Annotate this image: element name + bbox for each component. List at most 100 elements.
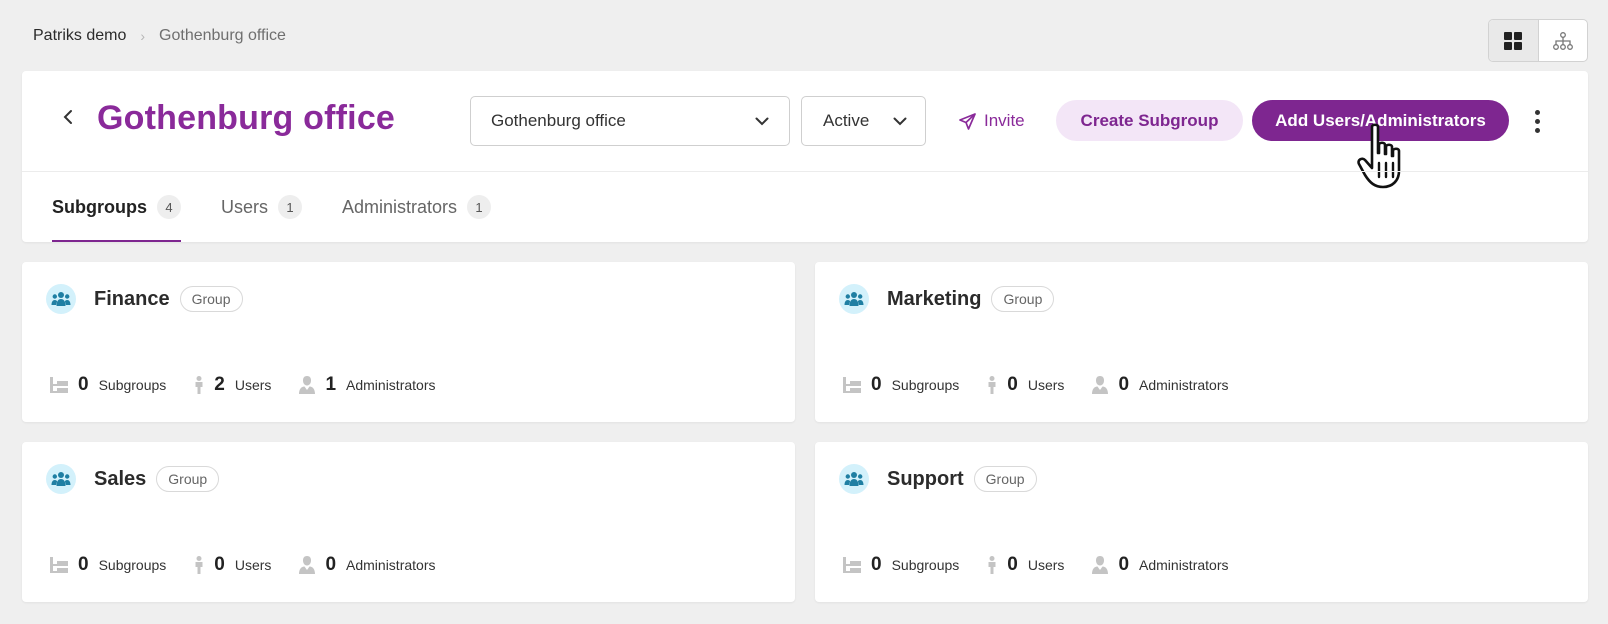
tab-bar: Subgroups 4 Users 1 Administrators 1	[52, 172, 492, 242]
tab-count-badge: 4	[157, 195, 181, 219]
more-options-button[interactable]	[1522, 101, 1552, 141]
breadcrumb-root-link[interactable]: Patriks demo	[33, 27, 126, 45]
stat-subgroups: 0 Subgroups	[843, 374, 959, 396]
subgroups-label: Subgroups	[98, 557, 167, 573]
stat-administrators: 0 Administrators	[1092, 554, 1228, 576]
group-card[interactable]: Finance Group 0 Subgroups 2 Users 1 Admi…	[22, 262, 795, 422]
user-icon	[988, 376, 996, 394]
group-name[interactable]: Finance	[94, 288, 170, 311]
users-label: Users	[1027, 377, 1065, 393]
administrator-icon	[299, 376, 316, 394]
administrators-count: 0	[1118, 374, 1130, 395]
group-header-card: Gothenburg office Gothenburg office Acti…	[22, 71, 1588, 242]
administrators-count: 1	[325, 374, 337, 395]
administrator-icon	[299, 556, 316, 574]
stat-users: 0 Users	[987, 554, 1064, 576]
group-card-header: Sales Group	[46, 464, 220, 494]
group-icon	[844, 292, 864, 306]
subgroups-label: Subgroups	[891, 557, 960, 573]
kebab-dot	[1534, 127, 1540, 133]
administrators-count: 0	[1118, 554, 1130, 575]
group-stats: 0 Subgroups 0 Users 0 Administrators	[843, 374, 1256, 396]
group-type-badge: Group	[156, 466, 220, 492]
group-name[interactable]: Support	[887, 468, 964, 491]
subgroups-icon	[843, 377, 861, 393]
stat-subgroups: 0 Subgroups	[50, 554, 166, 576]
back-button[interactable]	[56, 105, 80, 129]
group-type-badge: Group	[973, 466, 1037, 492]
users-count: 0	[1007, 374, 1018, 395]
subgroups-icon	[50, 557, 68, 573]
user-icon	[988, 556, 996, 574]
group-type-badge: Group	[991, 286, 1055, 312]
administrators-label: Administrators	[346, 377, 436, 393]
stat-users: 0 Users	[194, 554, 271, 576]
create-subgroup-button[interactable]: Create Subgroup	[1056, 100, 1243, 141]
chevron-left-icon	[63, 110, 72, 124]
group-type-badge: Group	[179, 286, 243, 312]
kebab-dot	[1534, 118, 1540, 124]
send-icon	[959, 112, 976, 130]
subgroups-count: 0	[871, 554, 882, 575]
hierarchy-view-icon	[1552, 31, 1573, 50]
group-card[interactable]: Sales Group 0 Subgroups 0 Users 0 Admini…	[22, 442, 795, 602]
users-count: 0	[214, 554, 225, 575]
page-title: Gothenburg office	[97, 99, 396, 137]
invite-button[interactable]: Invite	[959, 101, 1025, 141]
chevron-down-icon	[755, 117, 769, 125]
breadcrumb-current: Gothenburg office	[159, 27, 286, 44]
users-count: 2	[214, 374, 225, 395]
tab-count-badge: 1	[467, 195, 492, 219]
tab-users[interactable]: Users 1	[221, 172, 303, 242]
kebab-dot	[1534, 109, 1540, 115]
group-avatar	[46, 464, 76, 494]
group-avatar	[46, 284, 76, 314]
hierarchy-view-button[interactable]	[1539, 20, 1588, 61]
grid-view-icon	[1504, 31, 1523, 50]
status-select-value: Active	[823, 111, 870, 130]
subgroups-count: 0	[871, 374, 882, 395]
group-select[interactable]: Gothenburg office	[470, 96, 790, 146]
subgroups-icon	[843, 557, 861, 573]
users-label: Users	[234, 377, 272, 393]
stat-users: 2 Users	[194, 374, 271, 396]
subgroups-count: 0	[78, 554, 89, 575]
group-card[interactable]: Marketing Group 0 Subgroups 0 Users 0 Ad…	[815, 262, 1588, 422]
group-select-value: Gothenburg office	[491, 111, 626, 130]
stat-administrators: 0 Administrators	[1092, 374, 1228, 396]
group-icon	[844, 472, 864, 486]
breadcrumb: Patriks demo › Gothenburg office	[33, 27, 286, 45]
administrators-count: 0	[325, 554, 337, 575]
tab-label: Administrators	[342, 196, 458, 217]
add-users-administrators-button[interactable]: Add Users/Administrators	[1252, 100, 1509, 141]
subgroups-label: Subgroups	[891, 377, 960, 393]
tab-administrators[interactable]: Administrators 1	[342, 172, 492, 242]
group-stats: 0 Subgroups 0 Users 0 Administrators	[50, 554, 463, 576]
group-card-header: Finance Group	[46, 284, 243, 314]
tab-label: Subgroups	[52, 196, 147, 217]
subgroups-icon	[50, 377, 68, 393]
users-label: Users	[1027, 557, 1065, 573]
group-avatar	[839, 464, 869, 494]
stat-subgroups: 0 Subgroups	[50, 374, 166, 396]
chevron-down-icon	[893, 117, 907, 125]
users-label: Users	[234, 557, 272, 573]
breadcrumb-separator: ›	[140, 28, 146, 44]
group-card[interactable]: Support Group 0 Subgroups 0 Users 0 Admi…	[815, 442, 1588, 602]
tab-count-badge: 1	[278, 195, 303, 219]
invite-label: Invite	[984, 111, 1025, 130]
group-stats: 0 Subgroups 2 Users 1 Administrators	[50, 374, 463, 396]
administrator-icon	[1092, 556, 1109, 574]
grid-view-button[interactable]	[1489, 20, 1539, 61]
status-select[interactable]: Active	[801, 96, 926, 146]
administrators-label: Administrators	[1139, 557, 1229, 573]
group-stats: 0 Subgroups 0 Users 0 Administrators	[843, 554, 1256, 576]
group-name[interactable]: Sales	[94, 468, 146, 491]
tab-subgroups[interactable]: Subgroups 4	[52, 172, 181, 242]
stat-administrators: 1 Administrators	[299, 374, 435, 396]
user-icon	[195, 556, 203, 574]
subgroups-label: Subgroups	[98, 377, 167, 393]
administrator-icon	[1092, 376, 1109, 394]
users-count: 0	[1007, 554, 1018, 575]
group-name[interactable]: Marketing	[887, 288, 981, 311]
